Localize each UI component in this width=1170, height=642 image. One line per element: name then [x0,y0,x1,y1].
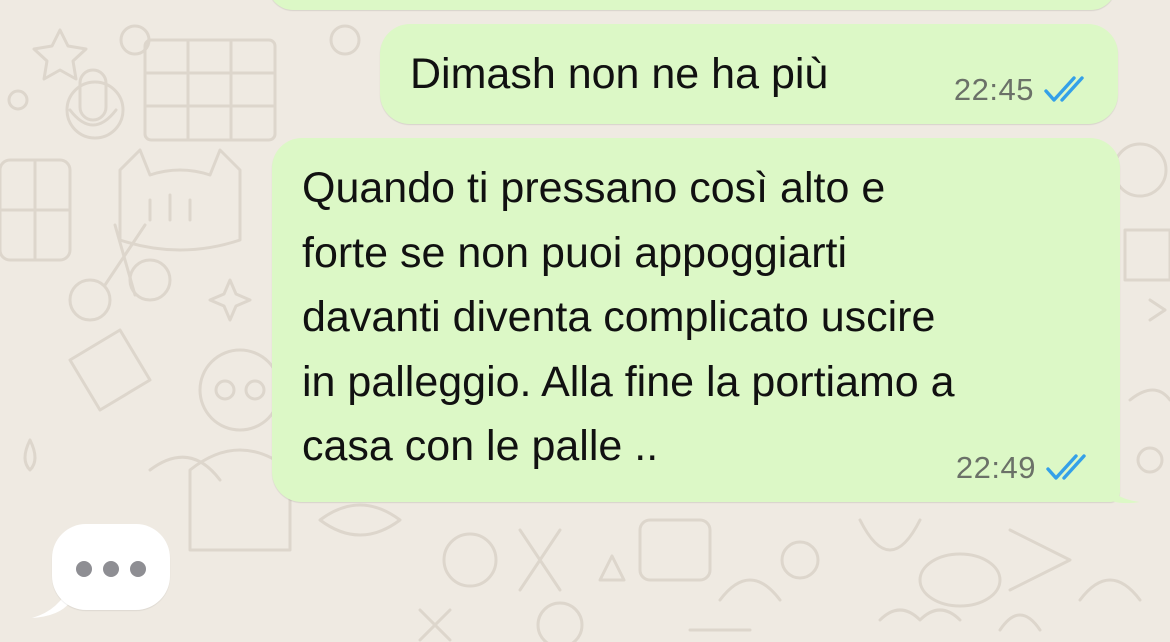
previous-message-bubble[interactable] [268,0,1116,10]
typing-dot [130,561,146,577]
typing-dots-icon [52,524,170,610]
double-check-read-icon [1044,76,1090,104]
message-meta: 22:49 [956,450,1092,486]
message-time: 22:49 [955,450,1036,485]
outgoing-message-bubble[interactable]: Dimash non ne ha più 22:45 [380,24,1118,124]
message-time: 22:45 [953,72,1034,107]
double-check-read-icon [1046,454,1092,482]
message-meta: 22:45 [954,72,1090,108]
message-text: Dimash non ne ha più [410,50,829,98]
bubble-tail [1100,470,1140,504]
typing-dot [76,561,92,577]
typing-dot [103,561,119,577]
message-text: Quando ti pressano così alto e forte se … [302,164,955,470]
outgoing-message-bubble[interactable]: Quando ti pressano così alto e forte se … [272,138,1120,502]
typing-indicator [30,524,170,620]
